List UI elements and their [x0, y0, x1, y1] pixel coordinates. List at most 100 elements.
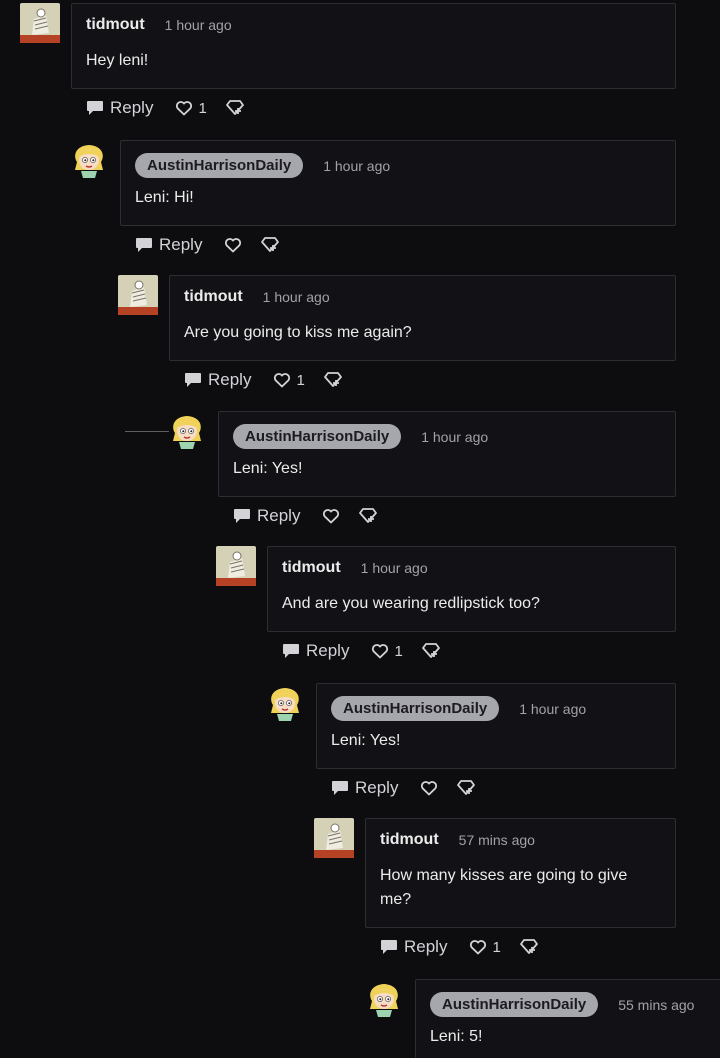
- reply-label: Reply: [306, 641, 350, 660]
- timestamp: 57 mins ago: [458, 832, 535, 848]
- username[interactable]: tidmout: [86, 16, 145, 34]
- comment-thread: tidmout 1 hour ago Hey leni! Reply 1 Aus…: [0, 0, 720, 1058]
- comment-bubble: tidmout 1 hour ago And are you wearing r…: [267, 546, 676, 632]
- comment: tidmout 1 hour ago Are you going to kiss…: [118, 275, 680, 405]
- comment-text: And are you wearing redlipstick too?: [282, 595, 540, 612]
- username-badge[interactable]: AustinHarrisonDaily: [233, 424, 402, 449]
- like-button[interactable]: 1: [469, 939, 501, 956]
- speech-bubble-icon: [234, 509, 250, 523]
- reply-button[interactable]: Reply: [233, 506, 300, 526]
- avatar[interactable]: [216, 546, 256, 586]
- speech-bubble-icon: [87, 101, 103, 115]
- timestamp: 1 hour ago: [519, 700, 587, 717]
- comment-meta: tidmout 1 hour ago: [86, 16, 232, 34]
- share-icon: [421, 643, 440, 658]
- comment-text: Are you going to kiss me again?: [184, 324, 412, 341]
- share-button[interactable]: [358, 507, 378, 525]
- reply-button[interactable]: Reply: [135, 235, 202, 255]
- share-button[interactable]: [323, 371, 343, 389]
- username-badge[interactable]: AustinHarrisonDaily: [331, 696, 500, 721]
- heart-icon: [470, 940, 487, 955]
- like-button[interactable]: 1: [175, 100, 207, 117]
- share-button[interactable]: [225, 99, 245, 117]
- reply-button[interactable]: Reply: [380, 937, 447, 957]
- reply-button[interactable]: Reply: [184, 370, 251, 390]
- like-button[interactable]: [322, 508, 340, 524]
- comment-actions: Reply 1: [86, 96, 245, 120]
- like-button[interactable]: [224, 237, 242, 253]
- comment-text: Leni: Yes!: [331, 732, 401, 749]
- share-icon: [519, 939, 538, 954]
- timestamp: 1 hour ago: [360, 560, 428, 576]
- username-badge[interactable]: AustinHarrisonDaily: [430, 992, 599, 1017]
- comment-text: Hey leni!: [86, 52, 149, 69]
- speech-bubble-icon: [332, 781, 348, 795]
- comment-meta: AustinHarrisonDaily 1 hour ago: [135, 153, 390, 178]
- comment-meta: tidmout 57 mins ago: [380, 831, 535, 849]
- comment: tidmout 57 mins ago How many kisses are …: [314, 818, 680, 968]
- reply-label: Reply: [110, 98, 154, 117]
- comment-actions: Reply 1: [282, 639, 441, 663]
- comment-text: Leni: Yes!: [233, 460, 303, 477]
- username[interactable]: tidmout: [184, 288, 243, 306]
- share-button[interactable]: [421, 642, 441, 660]
- like-count: 1: [296, 371, 305, 389]
- comment: tidmout 1 hour ago And are you wearing r…: [216, 546, 680, 676]
- like-count: 1: [394, 642, 403, 660]
- timestamp: 55 mins ago: [618, 996, 695, 1013]
- speech-bubble-icon: [283, 644, 299, 658]
- share-icon: [323, 372, 342, 387]
- comment-bubble: tidmout 1 hour ago Hey leni!: [71, 3, 676, 89]
- thread-connector: [125, 431, 169, 432]
- share-button[interactable]: [519, 938, 539, 956]
- reply-label: Reply: [257, 506, 301, 525]
- username[interactable]: tidmout: [282, 559, 341, 577]
- comment-meta: tidmout 1 hour ago: [282, 559, 428, 577]
- reply-label: Reply: [355, 778, 399, 797]
- avatar[interactable]: [265, 683, 305, 723]
- comment-bubble: AustinHarrisonDaily 1 hour ago Leni: Yes…: [218, 411, 676, 497]
- reply-label: Reply: [404, 937, 448, 956]
- like-button[interactable]: 1: [371, 642, 403, 660]
- comment-bubble: tidmout 1 hour ago Are you going to kiss…: [169, 275, 676, 361]
- reply-label: Reply: [159, 235, 203, 254]
- heart-icon: [323, 509, 340, 524]
- comment-meta: AustinHarrisonDaily 1 hour ago: [233, 424, 488, 449]
- username-badge[interactable]: AustinHarrisonDaily: [135, 153, 304, 178]
- avatar[interactable]: [364, 979, 404, 1019]
- speech-bubble-icon: [185, 373, 201, 387]
- timestamp: 1 hour ago: [323, 157, 391, 174]
- share-icon: [225, 100, 244, 115]
- like-button[interactable]: [420, 780, 438, 796]
- avatar[interactable]: [167, 411, 207, 451]
- comment-text: Leni: Hi!: [135, 189, 194, 206]
- share-button[interactable]: [456, 779, 476, 797]
- comment-actions: Reply: [331, 776, 476, 800]
- username[interactable]: tidmout: [380, 831, 439, 849]
- comment-bubble: AustinHarrisonDaily 55 mins ago Leni: 5!: [415, 979, 720, 1058]
- avatar[interactable]: [69, 140, 109, 180]
- comment-meta: AustinHarrisonDaily 55 mins ago: [430, 992, 694, 1017]
- comment-text: Leni: 5!: [430, 1028, 483, 1045]
- avatar[interactable]: [20, 3, 60, 43]
- speech-bubble-icon: [136, 238, 152, 252]
- share-button[interactable]: [260, 236, 280, 254]
- comment-bubble: tidmout 57 mins ago How many kisses are …: [365, 818, 676, 928]
- comment-actions: Reply 1: [184, 368, 343, 392]
- comment-meta: AustinHarrisonDaily 1 hour ago: [331, 696, 586, 721]
- reply-button[interactable]: Reply: [86, 98, 153, 118]
- share-icon: [261, 237, 280, 252]
- reply-button[interactable]: Reply: [282, 641, 349, 661]
- timestamp: 1 hour ago: [421, 428, 489, 445]
- comment-meta: tidmout 1 hour ago: [184, 288, 330, 306]
- avatar[interactable]: [118, 275, 158, 315]
- timestamp: 1 hour ago: [164, 17, 232, 33]
- comment: AustinHarrisonDaily 1 hour ago Leni: Hi!…: [69, 140, 680, 270]
- like-button[interactable]: 1: [273, 371, 305, 389]
- avatar[interactable]: [314, 818, 354, 858]
- comment-bubble: AustinHarrisonDaily 1 hour ago Leni: Hi!: [120, 140, 676, 226]
- share-icon: [457, 780, 476, 795]
- reply-button[interactable]: Reply: [331, 778, 398, 798]
- comment: AustinHarrisonDaily 1 hour ago Leni: Yes…: [167, 411, 680, 541]
- comment-actions: Reply 1: [380, 935, 539, 959]
